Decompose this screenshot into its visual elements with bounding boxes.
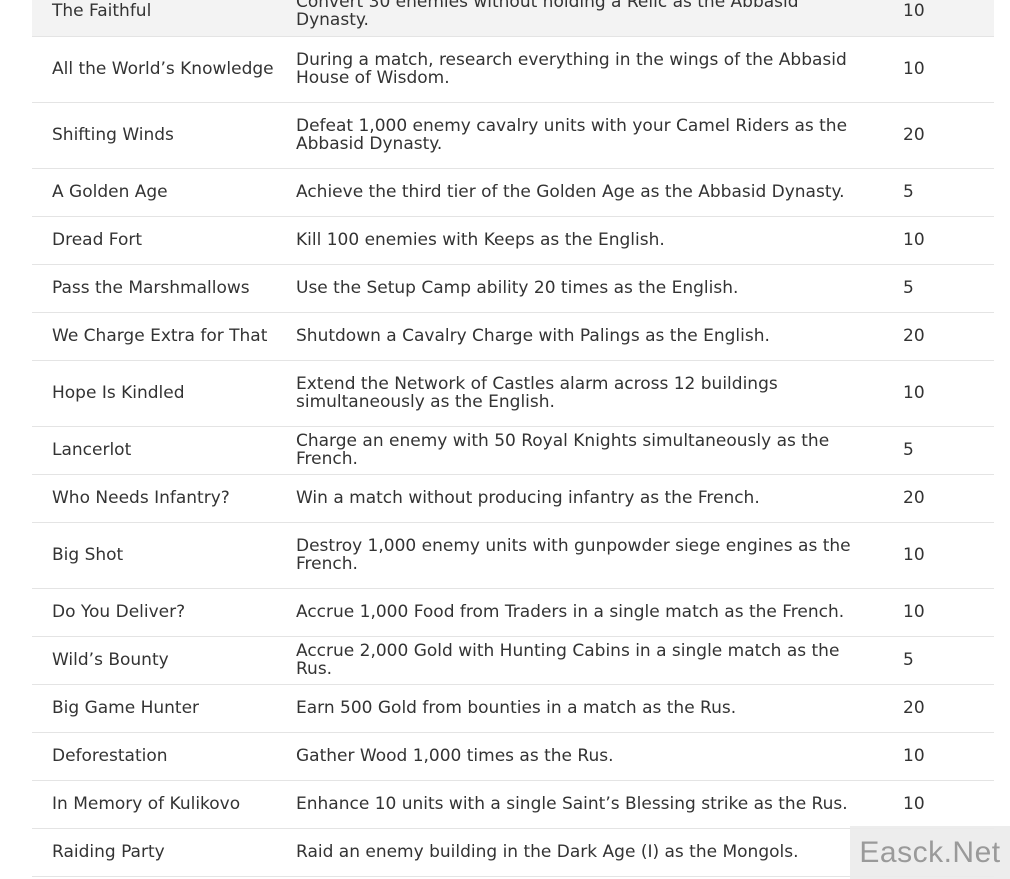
achievement-name: Do You Deliver? [32, 588, 296, 637]
achievement-name: Lancerlot [32, 426, 296, 475]
achievement-description: Accrue 2,000 Gold with Hunting Cabins in… [296, 636, 902, 685]
achievement-description: Enhance 10 units with a single Saint’s B… [296, 780, 902, 829]
achievement-description: Gather Wood 1,000 times as the Rus. [296, 732, 902, 781]
table-row: Do You Deliver? Accrue 1,000 Food from T… [32, 588, 994, 637]
achievement-name: Deforestation [32, 732, 296, 781]
table-row: Deforestation Gather Wood 1,000 times as… [32, 732, 994, 781]
achievement-name: Dread Fort [32, 216, 296, 265]
table-row: We Charge Extra for That Shutdown a Cava… [32, 312, 994, 361]
achievement-description: Earn 500 Gold from bounties in a match a… [296, 684, 902, 733]
achievement-points: 10 [902, 732, 994, 781]
table-row: Big Game Hunter Earn 500 Gold from bount… [32, 684, 994, 733]
achievement-points: 10 [902, 36, 994, 103]
achievement-points: 10 [902, 0, 994, 37]
achievement-name: Big Game Hunter [32, 684, 296, 733]
achievement-points: 10 [902, 780, 994, 829]
achievement-name: The Faithful [32, 0, 296, 37]
achievement-points: 5 [902, 264, 994, 313]
achievements-table: The Faithful Convert 30 enemies without … [32, 0, 994, 877]
table-row: The Faithful Convert 30 enemies without … [32, 0, 994, 37]
achievement-description: Accrue 1,000 Food from Traders in a sing… [296, 588, 902, 637]
achievement-description: Defeat 1,000 enemy cavalry units with yo… [296, 102, 902, 169]
achievement-points: 5 [902, 168, 994, 217]
table-row: All the World’s Knowledge During a match… [32, 36, 994, 103]
achievement-name: All the World’s Knowledge [32, 36, 296, 103]
achievement-name: Who Needs Infantry? [32, 474, 296, 523]
achievement-description: Extend the Network of Castles alarm acro… [296, 360, 902, 427]
achievement-name: In Memory of Kulikovo [32, 780, 296, 829]
achievement-points: 5 [902, 636, 994, 685]
achievement-points: 10 [902, 588, 994, 637]
table-row: Big Shot Destroy 1,000 enemy units with … [32, 522, 994, 589]
achievement-description: Win a match without producing infantry a… [296, 474, 902, 523]
achievement-points: 20 [902, 312, 994, 361]
achievement-description: Charge an enemy with 50 Royal Knights si… [296, 426, 902, 475]
achievement-description: Raid an enemy building in the Dark Age (… [296, 828, 902, 877]
table-row: Lancerlot Charge an enemy with 50 Royal … [32, 426, 994, 475]
achievement-description: Destroy 1,000 enemy units with gunpowder… [296, 522, 902, 589]
page-viewport: The Faithful Convert 30 enemies without … [0, 0, 1010, 879]
achievement-points: 20 [902, 474, 994, 523]
watermark: Easck.Net [850, 826, 1010, 879]
achievement-points: 10 [902, 522, 994, 589]
achievement-description: Use the Setup Camp ability 20 times as t… [296, 264, 902, 313]
table-row: Shifting Winds Defeat 1,000 enemy cavalr… [32, 102, 994, 169]
table-row: Hope Is Kindled Extend the Network of Ca… [32, 360, 994, 427]
achievement-description: Convert 30 enemies without holding a Rel… [296, 0, 902, 37]
table-row: In Memory of Kulikovo Enhance 10 units w… [32, 780, 994, 829]
achievements-table-body: The Faithful Convert 30 enemies without … [32, 0, 994, 877]
achievement-name: We Charge Extra for That [32, 312, 296, 361]
achievement-points: 5 [902, 426, 994, 475]
achievement-points: 20 [902, 102, 994, 169]
achievement-name: Shifting Winds [32, 102, 296, 169]
table-row: Pass the Marshmallows Use the Setup Camp… [32, 264, 994, 313]
achievement-name: Raiding Party [32, 828, 296, 877]
achievement-name: Big Shot [32, 522, 296, 589]
table-row: A Golden Age Achieve the third tier of t… [32, 168, 994, 217]
achievement-name: A Golden Age [32, 168, 296, 217]
achievement-name: Hope Is Kindled [32, 360, 296, 427]
achievement-description: Kill 100 enemies with Keeps as the Engli… [296, 216, 902, 265]
achievement-description: Achieve the third tier of the Golden Age… [296, 168, 902, 217]
table-row: Dread Fort Kill 100 enemies with Keeps a… [32, 216, 994, 265]
achievement-name: Wild’s Bounty [32, 636, 296, 685]
achievement-points: 10 [902, 360, 994, 427]
table-row: Who Needs Infantry? Win a match without … [32, 474, 994, 523]
achievement-description: Shutdown a Cavalry Charge with Palings a… [296, 312, 902, 361]
achievement-points: 10 [902, 216, 994, 265]
table-row: Wild’s Bounty Accrue 2,000 Gold with Hun… [32, 636, 994, 685]
achievement-name: Pass the Marshmallows [32, 264, 296, 313]
achievement-description: During a match, research everything in t… [296, 36, 902, 103]
achievement-points: 20 [902, 684, 994, 733]
